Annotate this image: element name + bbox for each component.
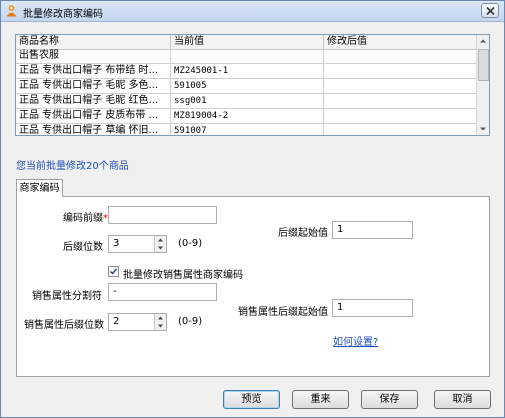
save-button[interactable]: 保存 [361,390,418,409]
reset-button[interactable]: 重来 [292,390,349,409]
stepper-arrows [154,236,166,252]
column-header-product-name[interactable]: 商品名称 [16,35,171,49]
table-row[interactable]: 正品 专供出口帽子 布带结 时... MZ245001-1 [16,64,478,79]
cell-product-name: 正品 专供出口帽子 毛昵 多色... [16,79,171,93]
close-icon [486,7,495,15]
suffix-digits-stepper[interactable]: 3 [108,235,167,253]
sales-suffix-start-input[interactable]: 1 [332,299,413,317]
table-header: 商品名称 当前值 修改后值 [16,35,478,50]
arrow-up-icon [480,39,486,43]
suffix-digits-value: 3 [113,238,120,249]
table-row[interactable]: 正品 专供出口帽子 毛昵 多色... 591005 [16,79,478,94]
cell-product-name: 正品 专供出口帽子 皮质布带 ... [16,109,171,123]
sales-suffix-digits-value: 2 [113,316,120,327]
sales-suffix-digits-label: 销售属性后缀位数 [24,320,104,331]
batch-sales-attr-label[interactable]: 批量修改销售属性商家编码 [123,266,243,281]
scroll-up-button[interactable] [477,35,489,47]
window-title: 批量修改商家编码 [23,9,103,20]
cell-new-value [324,49,478,63]
column-header-new-value[interactable]: 修改后值 [324,35,478,49]
cell-product-name: 正品 专供出口帽子 草编 怀旧... [16,124,171,135]
preview-button[interactable]: 预览 [223,390,280,409]
stepper-arrows [154,314,166,330]
app-icon [6,5,17,17]
cell-current-value: ssg001 [171,94,324,108]
cell-current-value: MZ819004-2 [171,109,324,123]
arrow-up-icon [158,316,163,320]
stepper-down-button[interactable] [155,244,166,252]
arrow-up-icon [158,238,163,242]
stepper-up-button[interactable] [155,236,166,244]
how-to-set-link[interactable]: 如何设置? [333,333,378,348]
tab-merchant-code[interactable]: 商家编码 [16,179,63,197]
cell-current-value [171,49,324,63]
scroll-down-button[interactable] [477,123,489,135]
cell-product-name: 出售农服 [16,49,171,63]
arrow-down-icon [480,127,486,131]
cell-new-value [324,124,478,135]
prefix-input[interactable] [108,206,217,224]
scroll-thumb[interactable] [478,49,489,81]
cell-new-value [324,79,478,93]
batch-sales-attr-checkbox[interactable] [108,266,119,277]
cell-product-name: 正品 专供出口帽子 布带结 时... [16,64,171,78]
sales-suffix-start-label: 销售属性后缀起始值 [238,307,328,318]
suffix-start-input[interactable]: 1 [332,221,413,239]
product-table: 商品名称 当前值 修改后值 出售农服 正品 专供出口帽子 布带结 时... MZ… [15,34,490,136]
cell-current-value: MZ245001-1 [171,64,324,78]
close-button[interactable] [481,3,499,18]
column-header-current-value[interactable]: 当前值 [171,35,324,49]
table-row[interactable]: 正品 专供出口帽子 毛昵 红色... ssg001 [16,94,478,109]
check-icon [110,268,118,275]
prefix-label: 编码前缀* [63,213,108,224]
table-scrollbar[interactable] [476,35,489,135]
separator-label: 销售属性分割符 [32,291,102,302]
dialog-window: 批量修改商家编码 商品名称 当前值 修改后值 出售农服 正品 专供出口帽子 布带… [0,0,505,418]
sales-suffix-digits-stepper[interactable]: 2 [108,313,167,331]
cell-current-value: 591005 [171,79,324,93]
table-row[interactable]: 正品 专供出口帽子 皮质布带 ... MZ819004-2 [16,109,478,124]
suffix-start-label: 后缀起始值 [278,228,328,239]
stepper-down-button[interactable] [155,322,166,330]
suffix-digits-label: 后缀位数 [63,242,103,253]
table-row[interactable]: 正品 专供出口帽子 草编 怀旧... 591007 [16,124,478,135]
cell-new-value [324,109,478,123]
range-hint: (0-9) [178,316,203,327]
title-bar[interactable]: 批量修改商家编码 [1,1,504,22]
range-hint: (0-9) [178,238,203,249]
cell-current-value: 591007 [171,124,324,135]
arrow-down-icon [158,324,163,328]
arrow-down-icon [158,246,163,250]
cell-new-value [324,64,478,78]
table-row[interactable]: 出售农服 [16,49,478,64]
separator-input[interactable]: - [108,283,217,301]
cancel-button[interactable]: 取消 [434,390,491,409]
batch-count-info: 您当前批量修改20个商品 [16,161,129,172]
cell-product-name: 正品 专供出口帽子 毛昵 红色... [16,94,171,108]
cell-new-value [324,94,478,108]
stepper-up-button[interactable] [155,314,166,322]
